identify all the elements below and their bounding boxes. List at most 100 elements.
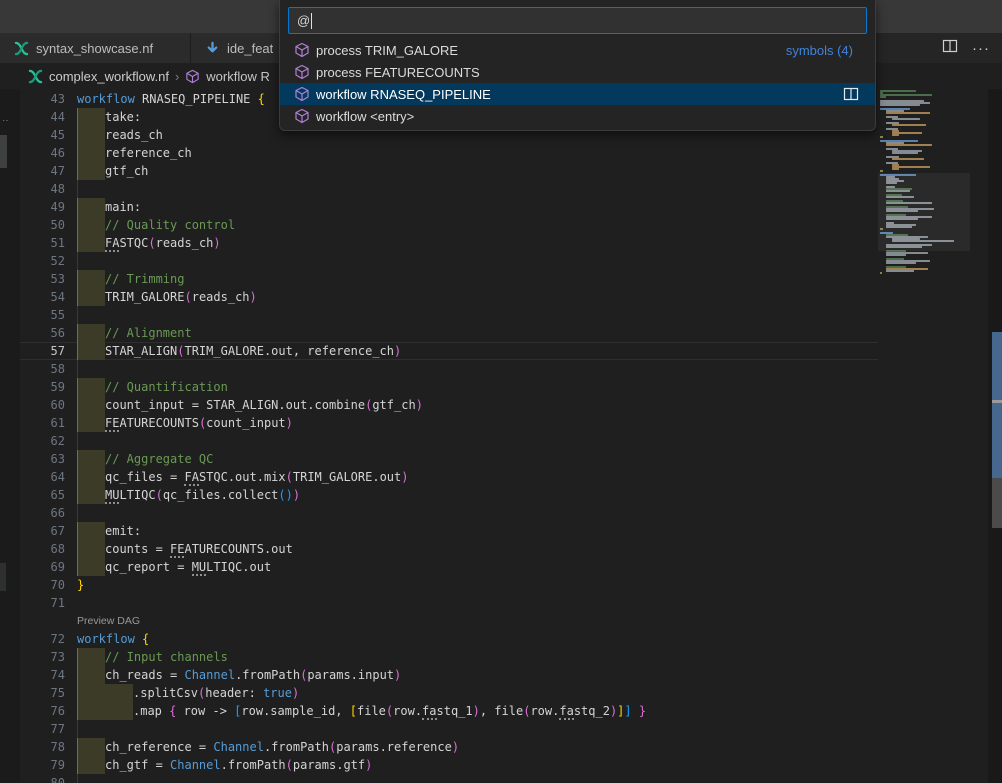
- line-number: 44: [20, 108, 65, 126]
- code-line[interactable]: 49main:: [20, 198, 878, 216]
- code-line[interactable]: 56// Alignment: [20, 324, 878, 342]
- code-line[interactable]: 79ch_gtf = Channel.fromPath(params.gtf): [20, 756, 878, 774]
- quick-pick-list: process TRIM_GALOREsymbols (4)process FE…: [280, 39, 875, 127]
- quick-pick-input-value: @: [297, 13, 310, 28]
- line-number: 46: [20, 144, 65, 162]
- text-cursor: [311, 13, 312, 29]
- minimap-slider[interactable]: [878, 173, 970, 251]
- left-strip-marker: [0, 563, 6, 591]
- code-line[interactable]: 57STAR_ALIGN(TRIM_GALORE.out, reference_…: [20, 342, 878, 360]
- line-number: 61: [20, 414, 65, 432]
- line-number: 63: [20, 450, 65, 468]
- line-number: 64: [20, 468, 65, 486]
- tab-label: syntax_showcase.nf: [36, 41, 153, 56]
- line-number: 49: [20, 198, 65, 216]
- code-line[interactable]: 60count_input = STAR_ALIGN.out.combine(g…: [20, 396, 878, 414]
- code-line[interactable]: 78ch_reference = Channel.fromPath(params…: [20, 738, 878, 756]
- line-number: 50: [20, 216, 65, 234]
- symbol-cube-icon: [294, 42, 310, 58]
- code-line[interactable]: 72workflow {: [20, 630, 878, 648]
- code-line[interactable]: 55: [20, 306, 878, 324]
- code-line[interactable]: 75.splitCsv(header: true): [20, 684, 878, 702]
- preview-dag-codelens[interactable]: Preview DAG: [20, 612, 878, 630]
- line-number: 72: [20, 630, 65, 648]
- download-icon: [205, 41, 220, 56]
- editor: ‥ 43workflow RNASEQ_PIPELINE {44take:45r…: [0, 89, 1002, 783]
- line-number: 53: [20, 270, 65, 288]
- breadcrumb-symbol[interactable]: workflow R: [206, 69, 270, 84]
- quick-pick-item-label: process TRIM_GALORE: [316, 43, 786, 58]
- nextflow-icon: [28, 69, 43, 84]
- line-number: 45: [20, 126, 65, 144]
- line-number: 74: [20, 666, 65, 684]
- code-line[interactable]: 50// Quality control: [20, 216, 878, 234]
- code-line[interactable]: 76.map { row -> [row.sample_id, [file(ro…: [20, 702, 878, 720]
- code-line[interactable]: 77: [20, 720, 878, 738]
- line-number: 57: [20, 342, 65, 360]
- quick-pick-item[interactable]: workflow <entry>: [280, 105, 875, 127]
- code-line[interactable]: 70}: [20, 576, 878, 594]
- code-line[interactable]: 68counts = FEATURECOUNTS.out: [20, 540, 878, 558]
- line-number: 80: [20, 774, 65, 783]
- vscode-window: syntax_showcase.nf ide_feat ···: [0, 0, 1002, 783]
- code-lines: 43workflow RNASEQ_PIPELINE {44take:45rea…: [20, 90, 878, 783]
- code-line[interactable]: 69qc_report = MULTIQC.out: [20, 558, 878, 576]
- line-number: 52: [20, 252, 65, 270]
- minimap[interactable]: [880, 90, 968, 690]
- line-number: 65: [20, 486, 65, 504]
- breadcrumb-file[interactable]: complex_workflow.nf: [49, 69, 169, 84]
- line-number: 75: [20, 684, 65, 702]
- code-line[interactable]: 46reference_ch: [20, 144, 878, 162]
- line-number: 68: [20, 540, 65, 558]
- quick-pick-item[interactable]: process TRIM_GALOREsymbols (4): [280, 39, 875, 61]
- line-number: 48: [20, 180, 65, 198]
- code-line[interactable]: 51FASTQC(reads_ch): [20, 234, 878, 252]
- code-line[interactable]: 66: [20, 504, 878, 522]
- code-line[interactable]: 62: [20, 432, 878, 450]
- code-line[interactable]: 64qc_files = FASTQC.out.mix(TRIM_GALORE.…: [20, 468, 878, 486]
- quick-pick-item[interactable]: process FEATURECOUNTS: [280, 61, 875, 83]
- scrollbar-slider[interactable]: [992, 478, 1002, 528]
- quick-pick-item-label: workflow <entry>: [316, 109, 865, 124]
- more-actions-button[interactable]: ···: [972, 40, 990, 57]
- line-number: 67: [20, 522, 65, 540]
- vertical-scrollbar[interactable]: [988, 89, 1002, 783]
- code-line[interactable]: 59// Quantification: [20, 378, 878, 396]
- code-line[interactable]: 73// Input channels: [20, 648, 878, 666]
- line-number: 60: [20, 396, 65, 414]
- code-line[interactable]: 47gtf_ch: [20, 162, 878, 180]
- code-line[interactable]: 54TRIM_GALORE(reads_ch): [20, 288, 878, 306]
- quick-pick: @ process TRIM_GALOREsymbols (4)process …: [279, 0, 876, 131]
- line-number: 79: [20, 756, 65, 774]
- line-number: 76: [20, 702, 65, 720]
- left-gutter-strip: ‥: [0, 89, 20, 783]
- line-number: 77: [20, 720, 65, 738]
- tab-syntax-showcase[interactable]: syntax_showcase.nf: [0, 33, 191, 63]
- open-to-side-button[interactable]: [843, 86, 859, 102]
- code-line[interactable]: 52: [20, 252, 878, 270]
- split-editor-button[interactable]: [942, 38, 958, 59]
- chevron-right-icon: ›: [175, 69, 179, 84]
- code-line[interactable]: 74ch_reads = Channel.fromPath(params.inp…: [20, 666, 878, 684]
- quick-pick-item[interactable]: workflow RNASEQ_PIPELINE: [280, 83, 875, 105]
- code-line[interactable]: 53// Trimming: [20, 270, 878, 288]
- symbol-cube-icon: [294, 86, 310, 102]
- scrollbar-decoration: [992, 403, 1002, 478]
- tab-label: ide_feat: [227, 41, 273, 56]
- code-line[interactable]: 67emit:: [20, 522, 878, 540]
- quick-pick-input[interactable]: @: [288, 7, 867, 34]
- code-line[interactable]: 61FEATURECOUNTS(count_input): [20, 414, 878, 432]
- line-number: 59: [20, 378, 65, 396]
- line-number: 54: [20, 288, 65, 306]
- code-line[interactable]: 71: [20, 594, 878, 612]
- code-line[interactable]: 48: [20, 180, 878, 198]
- symbol-cube-icon: [294, 108, 310, 124]
- line-number: 73: [20, 648, 65, 666]
- code-line[interactable]: 58: [20, 360, 878, 378]
- code-line[interactable]: 63// Aggregate QC: [20, 450, 878, 468]
- line-number: 78: [20, 738, 65, 756]
- code-line[interactable]: 80: [20, 774, 878, 783]
- overflow-dots-icon: ‥: [2, 113, 10, 124]
- code-line[interactable]: 65MULTIQC(qc_files.collect()): [20, 486, 878, 504]
- line-number: 55: [20, 306, 65, 324]
